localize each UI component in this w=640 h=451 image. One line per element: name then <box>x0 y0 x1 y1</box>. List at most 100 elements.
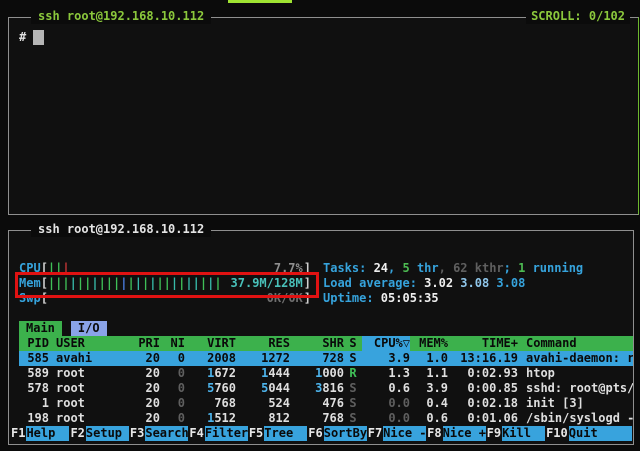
column-header-cmd[interactable]: Command <box>518 336 633 351</box>
meter-value: 0K/0K <box>267 291 303 306</box>
cell-pid: 198 <box>19 411 49 426</box>
cell-virt: 2008 <box>185 351 236 366</box>
fkey-action-search[interactable]: Search <box>145 426 188 441</box>
cell-pri: 20 <box>136 396 160 411</box>
cell-pid: 578 <box>19 381 49 396</box>
fkey-action-filter[interactable]: Filter <box>205 426 248 441</box>
htop-app: CPU[|||7.7%]Mem[||||||||||||||||||||||||… <box>9 231 633 444</box>
cell-pid: 589 <box>19 366 49 381</box>
meter-bar: ||||||||||||||||||||||||37.9M/128M <box>48 276 304 291</box>
top-pane-title: ssh root@192.168.10.112 <box>31 9 211 24</box>
fkey-label-f2: F2 <box>69 426 85 441</box>
cell-time: 0:00.85 <box>448 381 518 396</box>
cell-time: 0:01.06 <box>448 411 518 426</box>
cell-pri: 20 <box>136 411 160 426</box>
cell-mem: 3.9 <box>410 381 448 396</box>
fkey-action-sortby[interactable]: SortBy <box>324 426 367 441</box>
table-header-row: PID USERPRINIVIRTRESSHRSCPU%▽MEM%TIME+Com… <box>19 336 633 351</box>
fkey-label-f1: F1 <box>10 426 26 441</box>
cell-pid: 1 <box>19 396 49 411</box>
cell-virt: 768 <box>185 396 236 411</box>
fkey-action-setup[interactable]: Setup <box>86 426 129 441</box>
cell-virt: 1672 <box>185 366 236 381</box>
cell-time: 13:16.19 <box>448 351 518 366</box>
top-green-line <box>228 0 292 3</box>
cell-pri: 20 <box>136 366 160 381</box>
process-row[interactable]: 1root200768524476S0.00.40:02.18init [3] <box>19 396 633 411</box>
cell-pri: 20 <box>136 351 160 366</box>
meter-label: CPU <box>19 261 41 276</box>
meter-bar: 0K/0K <box>48 291 304 306</box>
cell-cmd: htop <box>518 366 633 381</box>
cell-s: R <box>344 366 362 381</box>
meter-label: Swp <box>19 291 41 306</box>
tab-main[interactable]: Main <box>19 321 62 336</box>
terminal-screen: ssh root@192.168.10.112 SCROLL: 0/102 # … <box>0 0 640 451</box>
fkey-label-f7: F7 <box>367 426 383 441</box>
column-header-pri[interactable]: PRI <box>136 336 160 351</box>
cell-user: root <box>56 396 136 411</box>
cell-res: 1272 <box>236 351 290 366</box>
cell-shr: 768 <box>290 411 344 426</box>
fkey-action-tree[interactable]: Tree <box>264 426 307 441</box>
column-header-s[interactable]: S <box>344 336 362 351</box>
top-pane: ssh root@192.168.10.112 SCROLL: 0/102 # <box>8 17 639 215</box>
cell-mem: 1.0 <box>410 351 448 366</box>
column-header-pid[interactable]: PID <box>19 336 49 351</box>
process-row[interactable]: 589root200167214441000R1.31.10:02.93htop <box>19 366 633 381</box>
cell-cpu: 3.9 <box>362 351 410 366</box>
stats-column: Tasks: 24, 5 thr, 62 kthr; 1 runningLoad… <box>323 261 583 306</box>
meter-label: Mem <box>19 276 41 291</box>
cell-mem: 0.4 <box>410 396 448 411</box>
cell-user: root <box>56 381 136 396</box>
column-header-time[interactable]: TIME+ <box>448 336 518 351</box>
cell-s: S <box>344 396 362 411</box>
column-header-virt[interactable]: VIRT <box>185 336 236 351</box>
process-row-selected[interactable]: 585avahi20020081272728S3.91.013:16.19ava… <box>19 351 633 366</box>
column-header-ni[interactable]: NI <box>160 336 185 351</box>
cell-pid: 585 <box>19 351 49 366</box>
process-row[interactable]: 198root2001512812768S0.00.60:01.06/sbin/… <box>19 411 633 426</box>
swp-meter: Swp[0K/0K] <box>19 291 311 306</box>
cell-ni: 0 <box>160 411 185 426</box>
fkey-action-help[interactable]: Help <box>26 426 69 441</box>
column-header-cpu[interactable]: CPU%▽ <box>362 336 410 351</box>
cell-res: 524 <box>236 396 290 411</box>
cell-cmd: init [3] <box>518 396 633 411</box>
scroll-indicator: SCROLL: 0/102 <box>526 9 630 24</box>
tab-i-o[interactable]: I/O <box>71 321 107 336</box>
column-header-user[interactable]: USER <box>56 336 136 351</box>
fkey-label-f8: F8 <box>426 426 442 441</box>
process-table: PIDUSERPRINIVIRTRESSHRSCPU%▽MEM%TIME+Com… <box>19 336 633 426</box>
fkey-label-f5: F5 <box>248 426 264 441</box>
process-row[interactable]: 578root200576050443816S0.63.90:00.85sshd… <box>19 381 633 396</box>
cell-virt: 5760 <box>185 381 236 396</box>
cell-ni: 0 <box>160 366 185 381</box>
screen-tabs: Main I/O <box>19 321 633 336</box>
cell-user: avahi <box>56 351 136 366</box>
meter-value: 7.7% <box>274 261 303 276</box>
fkey-action-quit[interactable]: Quit <box>569 426 632 441</box>
cell-cmd: avahi-daemon: running <box>518 351 633 366</box>
cell-ni: 0 <box>160 396 185 411</box>
fkey-action-nice-[interactable]: Nice + <box>443 426 486 441</box>
fkey-action-nice-[interactable]: Nice - <box>383 426 426 441</box>
fkey-label-f6: F6 <box>307 426 323 441</box>
fkey-label-f9: F9 <box>486 426 502 441</box>
fkey-label-f10: F10 <box>545 426 569 441</box>
fkey-label-f4: F4 <box>188 426 204 441</box>
cell-cmd: /sbin/syslogd -n <box>518 411 633 426</box>
load-line: Load average: 3.02 3.08 3.08 <box>323 276 583 291</box>
column-header-shr[interactable]: SHR <box>290 336 344 351</box>
cell-cpu: 0.0 <box>362 411 410 426</box>
cell-time: 0:02.18 <box>448 396 518 411</box>
bottom-pane: ssh root@192.168.10.112 CPU[|||7.7%]Mem[… <box>8 230 634 445</box>
cell-shr: 3816 <box>290 381 344 396</box>
column-header-mem[interactable]: MEM% <box>410 336 448 351</box>
function-key-bar: F1HelpF2SetupF3SearchF4FilterF5TreeF6Sor… <box>10 426 632 441</box>
cell-shr: 1000 <box>290 366 344 381</box>
column-header-res[interactable]: RES <box>236 336 290 351</box>
cell-ni: 0 <box>160 351 185 366</box>
fkey-action-kill[interactable]: Kill <box>502 426 545 441</box>
cell-res: 1444 <box>236 366 290 381</box>
